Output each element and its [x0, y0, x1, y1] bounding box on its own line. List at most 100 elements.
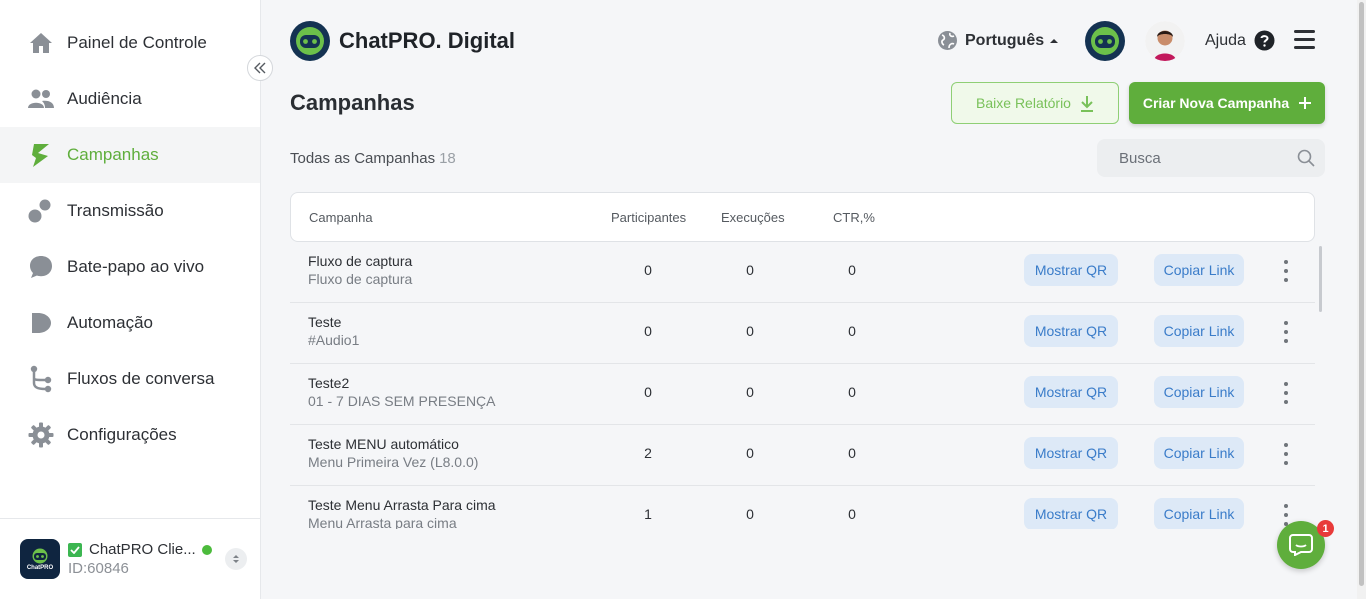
all-campaigns-label: Todas as Campanhas	[290, 150, 436, 167]
check-icon	[68, 542, 82, 557]
broadcast-icon	[28, 198, 54, 224]
column-header-campaign[interactable]: Campanha	[309, 210, 373, 225]
executions-count: 0	[746, 323, 754, 339]
more-options-icon[interactable]	[1280, 321, 1292, 343]
gear-icon	[28, 422, 54, 448]
search-input[interactable]	[1097, 139, 1325, 177]
users-icon	[28, 86, 54, 112]
brand-logo-icon	[290, 21, 330, 61]
help-link[interactable]: Ajuda	[1205, 30, 1275, 51]
table-row[interactable]: Teste #Audio1 0 0 0 Mostrar QR Copiar Li…	[290, 303, 1315, 364]
copy-link-button[interactable]: Copiar Link	[1154, 254, 1244, 286]
campaign-flow: Menu Primeira Vez (L8.0.0)	[308, 454, 479, 470]
double-chevron-left-icon	[254, 62, 266, 74]
flow-icon	[28, 365, 54, 393]
chat-bubble-icon	[28, 254, 54, 280]
search-icon[interactable]	[1297, 149, 1315, 167]
participants-count: 0	[644, 384, 652, 400]
campaign-name[interactable]: Teste MENU automático	[308, 436, 459, 452]
ctr-value: 0	[848, 506, 856, 522]
ctr-value: 0	[848, 262, 856, 278]
show-qr-button[interactable]: Mostrar QR	[1024, 254, 1118, 286]
table-row[interactable]: Teste MENU automático Menu Primeira Vez …	[290, 425, 1315, 486]
create-campaign-label: Criar Nova Campanha	[1142, 95, 1290, 111]
column-header-executions[interactable]: Execuções	[721, 210, 785, 225]
copy-link-button[interactable]: Copiar Link	[1154, 437, 1244, 469]
language-selector[interactable]: Português	[937, 30, 1059, 51]
automation-icon	[28, 310, 54, 336]
campaign-flow: Menu Arrasta para cima	[308, 515, 457, 529]
sidebar-item-label: Painel de Controle	[67, 33, 207, 52]
sidebar-item-painel[interactable]: Painel de Controle	[0, 15, 260, 71]
table-scrollbar[interactable]	[1319, 246, 1322, 312]
plus-icon	[1299, 97, 1312, 109]
executions-count: 0	[746, 262, 754, 278]
page-title: Campanhas	[290, 90, 415, 115]
account-expand-icon[interactable]	[225, 548, 247, 570]
campaign-flow: #Audio1	[308, 332, 360, 348]
show-qr-button[interactable]: Mostrar QR	[1024, 437, 1118, 469]
sidebar-item-configuracoes[interactable]: Configurações	[0, 407, 260, 463]
download-report-label: Baixe Relatório	[976, 95, 1071, 111]
notification-badge: 1	[1317, 520, 1334, 537]
help-label: Ajuda	[1205, 31, 1246, 49]
caret-up-icon	[1050, 38, 1059, 43]
create-campaign-button[interactable]: Criar Nova Campanha	[1129, 82, 1325, 124]
sidebar-item-label: Automação	[67, 313, 153, 332]
copy-link-button[interactable]: Copiar Link	[1154, 315, 1244, 347]
sidebar-item-label: Campanhas	[67, 145, 159, 164]
column-header-ctr[interactable]: CTR,%	[833, 210, 875, 225]
sidebar: Painel de Controle Audiência Campanhas T…	[0, 0, 261, 599]
sidebar-item-label: Bate-papo ao vivo	[67, 257, 205, 276]
ctr-value: 0	[848, 323, 856, 339]
ctr-value: 0	[848, 445, 856, 461]
sidebar-item-fluxos[interactable]: Fluxos de conversa	[0, 351, 260, 407]
copy-link-button[interactable]: Copiar Link	[1154, 498, 1244, 529]
column-header-participants[interactable]: Participantes	[611, 210, 686, 225]
sidebar-item-automacao[interactable]: Automação	[0, 295, 260, 351]
show-qr-button[interactable]: Mostrar QR	[1024, 315, 1118, 347]
table-row[interactable]: Teste Menu Arrasta Para cima Menu Arrast…	[290, 486, 1315, 529]
search-box	[1097, 139, 1325, 177]
participants-count: 2	[644, 445, 652, 461]
window-scrollbar[interactable]	[1359, 2, 1364, 586]
campaign-count-number: 18	[439, 150, 456, 167]
hamburger-menu-icon[interactable]	[1294, 30, 1316, 50]
more-options-icon[interactable]	[1280, 260, 1292, 282]
show-qr-button[interactable]: Mostrar QR	[1024, 376, 1118, 408]
show-qr-button[interactable]: Mostrar QR	[1024, 498, 1118, 529]
table-row[interactable]: Fluxo de captura Fluxo de captura 0 0 0 …	[290, 242, 1315, 303]
globe-icon	[938, 31, 957, 50]
table-header: Campanha Participantes Execuções CTR,%	[290, 192, 1315, 242]
sidebar-item-label: Transmissão	[67, 201, 164, 220]
sidebar-nav: Painel de Controle Audiência Campanhas T…	[0, 15, 260, 463]
executions-count: 0	[746, 384, 754, 400]
executions-count: 0	[746, 445, 754, 461]
more-options-icon[interactable]	[1280, 443, 1292, 465]
participants-count: 0	[644, 262, 652, 278]
download-icon	[1080, 95, 1093, 112]
campaign-flow: 01 - 7 DIAS SEM PRESENÇA	[308, 393, 496, 409]
sidebar-item-audiencia[interactable]: Audiência	[0, 71, 260, 127]
campaign-name[interactable]: Teste2	[308, 375, 349, 391]
campaign-name[interactable]: Teste Menu Arrasta Para cima	[308, 497, 496, 513]
table-row[interactable]: Teste2 01 - 7 DIAS SEM PRESENÇA 0 0 0 Mo…	[290, 364, 1315, 425]
download-report-button[interactable]: Baixe Relatório	[951, 82, 1119, 124]
copy-link-button[interactable]: Copiar Link	[1154, 376, 1244, 408]
home-icon	[28, 30, 54, 56]
user-avatar[interactable]	[1145, 21, 1185, 61]
sidebar-item-bate-papo[interactable]: Bate-papo ao vivo	[0, 239, 260, 295]
account-switcher[interactable]: ChatPRO ChatPRO Clie... ID:60846	[0, 518, 260, 599]
sidebar-item-campanhas[interactable]: Campanhas	[0, 127, 260, 183]
language-label: Português	[965, 31, 1045, 49]
sidebar-item-transmissao[interactable]: Transmissão	[0, 183, 260, 239]
collapse-sidebar-button[interactable]	[247, 55, 273, 81]
account-logo: ChatPRO	[20, 539, 60, 579]
bot-avatar[interactable]	[1085, 21, 1125, 61]
campaign-name[interactable]: Teste	[308, 314, 341, 330]
brand[interactable]: ChatPRO. Digital	[290, 21, 515, 61]
more-options-icon[interactable]	[1280, 382, 1292, 404]
campaign-icon	[28, 142, 54, 168]
campaign-list: Fluxo de captura Fluxo de captura 0 0 0 …	[290, 242, 1315, 529]
campaign-name[interactable]: Fluxo de captura	[308, 253, 412, 269]
